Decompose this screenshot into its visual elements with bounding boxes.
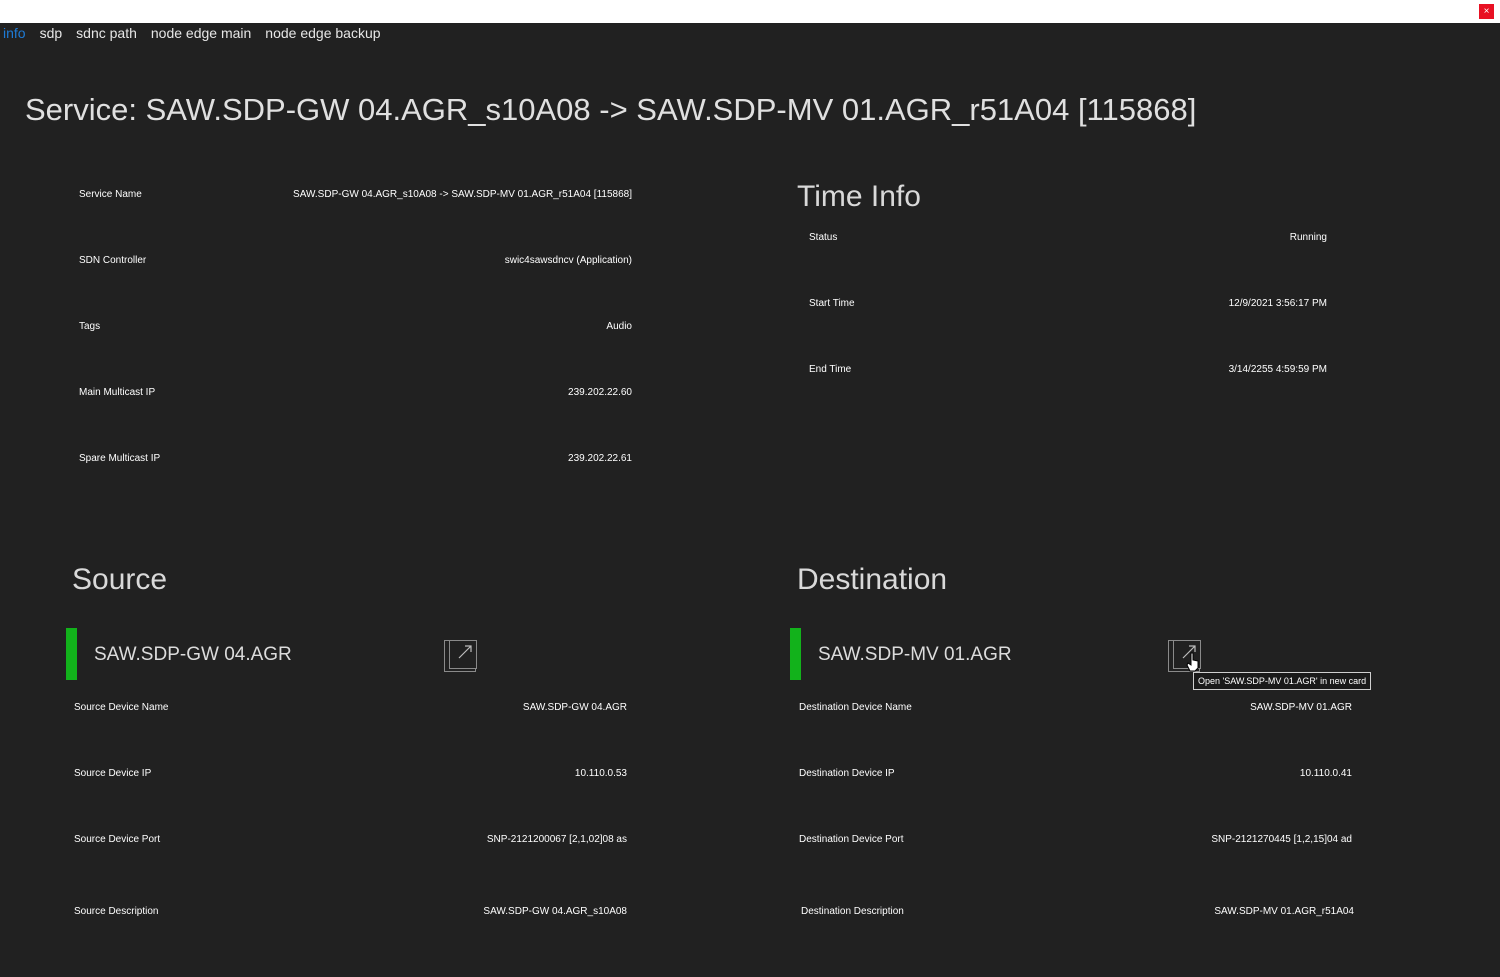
source-open-card-frame <box>449 640 477 669</box>
destination-device-port-row: Destination Device Port SNP-2121270445 [… <box>799 834 1352 854</box>
sdn-controller-value: swic4sawsdncv (Application) <box>504 255 632 266</box>
source-device-ip-value: 10.110.0.53 <box>574 768 627 779</box>
hand-pointer-icon <box>1186 652 1199 672</box>
source-device-title: SAW.SDP-GW 04.AGR <box>94 644 292 665</box>
spare-multicast-ip-label: Spare Multicast IP <box>79 453 161 464</box>
destination-description-row: Destination Description SAW.SDP-MV 01.AG… <box>801 906 1354 926</box>
source-heading: Source <box>72 563 168 596</box>
source-device-port-label: Source Device Port <box>74 834 161 845</box>
window-titlebar: × <box>0 0 1500 23</box>
source-device-name-row: Source Device Name SAW.SDP-GW 04.AGR <box>74 702 627 722</box>
tab-bar: info sdp sdnc path node edge main node e… <box>3 25 381 41</box>
destination-description-value: SAW.SDP-MV 01.AGR_r51A04 <box>1214 906 1354 917</box>
tab-node-edge-backup[interactable]: node edge backup <box>265 25 380 41</box>
destination-device-title: SAW.SDP-MV 01.AGR <box>818 644 1012 665</box>
end-time-label: End Time <box>809 364 852 375</box>
page-title: Service: SAW.SDP-GW 04.AGR_s10A08 -> SAW… <box>25 92 1197 127</box>
main-multicast-ip-value: 239.202.22.60 <box>568 387 632 398</box>
service-name-label: Service Name <box>79 189 142 200</box>
end-time-row: End Time 3/14/2255 4:59:59 PM <box>809 364 1327 384</box>
time-info-heading: Time Info <box>797 180 921 213</box>
tab-node-edge-main[interactable]: node edge main <box>151 25 251 41</box>
source-open-in-new-card-button[interactable] <box>444 640 477 672</box>
destination-device-name-label: Destination Device Name <box>799 702 912 713</box>
end-time-value: 3/14/2255 4:59:59 PM <box>1228 364 1327 375</box>
status-label: Status <box>809 232 838 243</box>
source-device-ip-row: Source Device IP 10.110.0.53 <box>74 768 627 788</box>
start-time-label: Start Time <box>809 298 855 309</box>
source-device-name-value: SAW.SDP-GW 04.AGR <box>522 702 627 713</box>
main-multicast-ip-label: Main Multicast IP <box>79 387 156 398</box>
destination-device-ip-value: 10.110.0.41 <box>1299 768 1352 779</box>
close-button[interactable]: × <box>1479 4 1494 19</box>
source-description-value: SAW.SDP-GW 04.AGR_s10A08 <box>483 906 627 917</box>
destination-description-label: Destination Description <box>801 906 904 917</box>
source-device-name-label: Source Device Name <box>74 702 169 713</box>
status-row: Status Running <box>809 232 1327 252</box>
service-name-row: Service Name SAW.SDP-GW 04.AGR_s10A08 ->… <box>79 189 632 209</box>
tab-info[interactable]: info <box>3 25 26 41</box>
sdn-controller-row: SDN Controller swic4sawsdncv (Applicatio… <box>79 255 632 275</box>
status-value: Running <box>1289 232 1327 243</box>
destination-device-port-label: Destination Device Port <box>799 834 904 845</box>
start-time-row: Start Time 12/9/2021 3:56:17 PM <box>809 298 1327 318</box>
source-device-header: SAW.SDP-GW 04.AGR <box>66 628 486 680</box>
start-time-value: 12/9/2021 3:56:17 PM <box>1228 298 1327 309</box>
source-device-port-row: Source Device Port SNP-2121200067 [2,1,0… <box>74 834 627 854</box>
destination-device-port-value: SNP-2121270445 [1,2,15]04 ad <box>1211 834 1352 845</box>
tab-sdnc-path[interactable]: sdnc path <box>76 25 137 41</box>
tab-sdp[interactable]: sdp <box>40 25 63 41</box>
tags-value: Audio <box>606 321 632 332</box>
service-name-value: SAW.SDP-GW 04.AGR_s10A08 -> SAW.SDP-MV 0… <box>293 189 632 200</box>
source-device-port-value: SNP-2121200067 [2,1,02]08 as <box>486 834 627 845</box>
spare-multicast-ip-value: 239.202.22.61 <box>568 453 632 464</box>
tags-label: Tags <box>79 321 101 332</box>
open-external-icon <box>458 645 472 659</box>
destination-device-ip-row: Destination Device IP 10.110.0.41 <box>799 768 1352 788</box>
destination-status-indicator <box>790 628 801 680</box>
destination-device-name-row: Destination Device Name SAW.SDP-MV 01.AG… <box>799 702 1352 722</box>
tags-row: Tags Audio <box>79 321 632 341</box>
main-multicast-ip-row: Main Multicast IP 239.202.22.60 <box>79 387 632 407</box>
destination-heading: Destination <box>797 563 948 596</box>
source-description-row: Source Description SAW.SDP-GW 04.AGR_s10… <box>74 906 627 926</box>
spare-multicast-ip-row: Spare Multicast IP 239.202.22.61 <box>79 453 632 473</box>
open-card-tooltip: Open 'SAW.SDP-MV 01.AGR' in new card <box>1193 672 1372 690</box>
destination-device-header: SAW.SDP-MV 01.AGR <box>790 628 1210 680</box>
source-description-label: Source Description <box>74 906 159 917</box>
destination-device-ip-label: Destination Device IP <box>799 768 895 779</box>
source-status-indicator <box>66 628 77 680</box>
destination-device-name-value: SAW.SDP-MV 01.AGR <box>1250 702 1352 713</box>
sdn-controller-label: SDN Controller <box>79 255 147 266</box>
source-device-ip-label: Source Device IP <box>74 768 152 779</box>
